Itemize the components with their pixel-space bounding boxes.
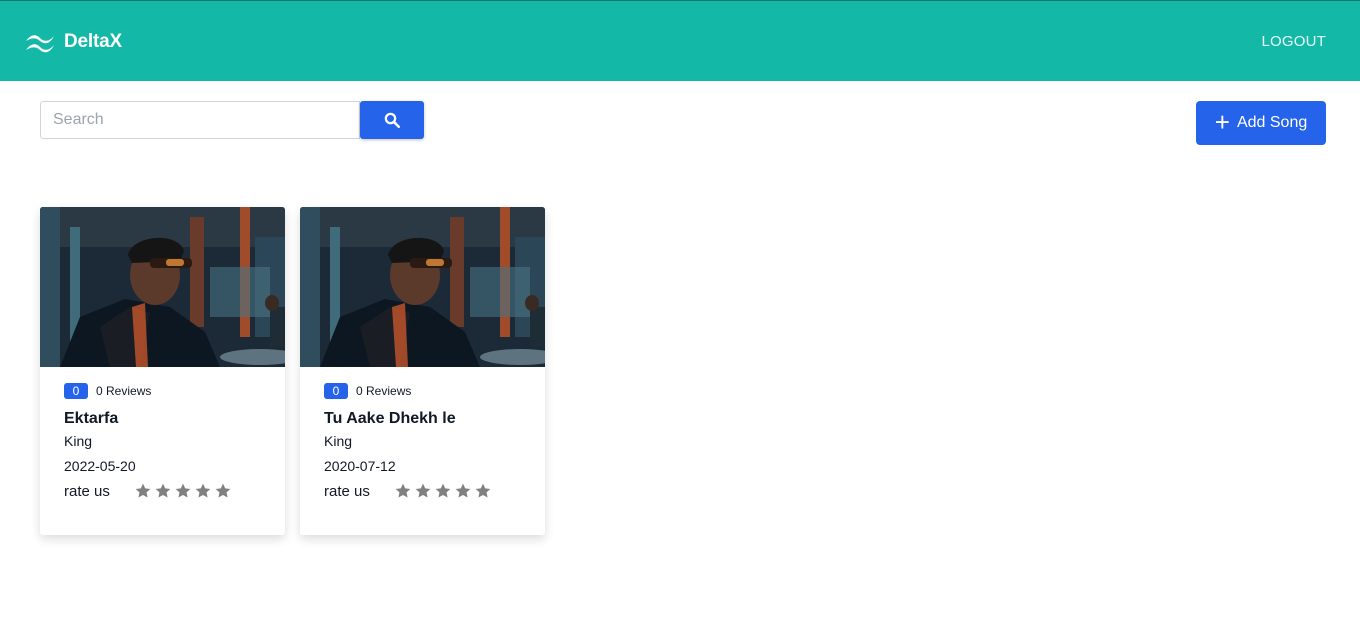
brand-logo-icon <box>26 35 54 53</box>
song-artist: King <box>324 433 353 449</box>
song-card: 0 0 Reviews Ektarfa King 2022-05-20 rate… <box>40 207 285 535</box>
star-icon[interactable] <box>394 482 412 500</box>
song-title: Tu Aake Dhekh le <box>324 410 456 427</box>
reviews-label: 0 Reviews <box>356 384 412 398</box>
brand-name: DeltaX <box>64 31 122 52</box>
add-song-label: Add Song <box>1236 114 1308 131</box>
star-icon[interactable] <box>194 482 212 500</box>
top-navbar: DeltaX LOGOUT <box>0 0 1360 81</box>
rate-us-label: rate us <box>64 482 110 500</box>
star-icon[interactable] <box>414 482 432 500</box>
star-rating <box>134 482 234 500</box>
review-count-badge: 0 <box>324 383 348 399</box>
search-icon <box>384 112 401 129</box>
star-icon[interactable] <box>214 482 232 500</box>
star-rating <box>394 482 494 500</box>
song-title: Ektarfa <box>64 410 119 427</box>
song-artist: King <box>64 433 93 449</box>
song-release-date: 2020-07-12 <box>324 458 396 474</box>
song-release-date: 2022-05-20 <box>64 458 136 474</box>
song-card: 0 0 Reviews Tu Aake Dhekh le King 2020-0… <box>300 207 545 535</box>
search-button[interactable] <box>360 101 424 139</box>
add-song-button[interactable]: + Add Song <box>1196 101 1326 145</box>
star-icon[interactable] <box>434 482 452 500</box>
song-cover-image <box>40 207 285 367</box>
star-icon[interactable] <box>454 482 472 500</box>
rate-us-label: rate us <box>324 482 370 500</box>
star-icon[interactable] <box>134 482 152 500</box>
song-cover-image <box>300 207 545 367</box>
reviews-label: 0 Reviews <box>96 384 152 398</box>
plus-icon: + <box>1214 107 1230 137</box>
star-icon[interactable] <box>174 482 192 500</box>
review-count-badge: 0 <box>64 383 88 399</box>
brand[interactable]: DeltaX <box>24 31 122 53</box>
star-icon[interactable] <box>154 482 172 500</box>
star-icon[interactable] <box>474 482 492 500</box>
logout-link[interactable]: LOGOUT <box>1261 33 1326 50</box>
search-input[interactable] <box>40 101 360 139</box>
